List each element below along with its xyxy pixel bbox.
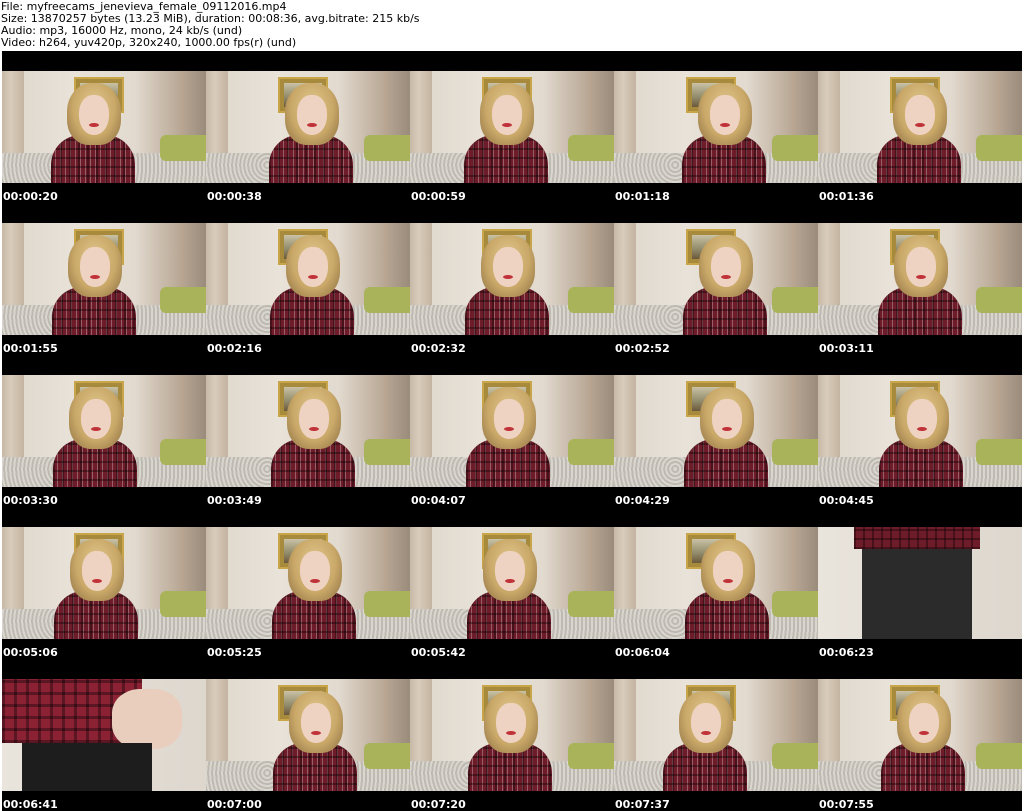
timestamp-label: 00:05:25 xyxy=(207,646,262,659)
thumbnail: 00:06:41 xyxy=(2,659,206,811)
timestamp-label: 00:07:55 xyxy=(819,798,874,811)
thumbnail: 00:07:37 xyxy=(614,659,818,811)
thumbnail: 00:07:00 xyxy=(206,659,410,811)
video-frame-image xyxy=(818,375,1022,487)
video-frame-image xyxy=(614,223,818,335)
thumbnail: 00:02:52 xyxy=(614,203,818,355)
timestamp-label: 00:07:37 xyxy=(615,798,670,811)
timestamp-label: 00:07:00 xyxy=(207,798,262,811)
thumbnail: 00:01:18 xyxy=(614,51,818,203)
video-frame-image xyxy=(206,527,410,639)
thumbnail: 00:03:49 xyxy=(206,355,410,507)
timestamp-label: 00:02:32 xyxy=(411,342,466,355)
video-frame-image xyxy=(410,71,614,183)
thumbnail: 00:00:59 xyxy=(410,51,614,203)
timestamp-label: 00:04:45 xyxy=(819,494,874,507)
timestamp-label: 00:03:49 xyxy=(207,494,262,507)
thumbnail: 00:05:42 xyxy=(410,507,614,659)
timestamp-label: 00:04:29 xyxy=(615,494,670,507)
thumbnail: 00:07:20 xyxy=(410,659,614,811)
video-frame-image xyxy=(818,527,1022,639)
thumbnail: 00:07:55 xyxy=(818,659,1022,811)
video-frame-image xyxy=(206,679,410,791)
video-frame-image xyxy=(410,223,614,335)
video-frame-image xyxy=(614,375,818,487)
timestamp-label: 00:00:38 xyxy=(207,190,262,203)
video-frame-image xyxy=(614,527,818,639)
thumbnail: 00:06:23 xyxy=(818,507,1022,659)
video-frame-image xyxy=(614,679,818,791)
thumbnail: 00:02:16 xyxy=(206,203,410,355)
timestamp-label: 00:02:52 xyxy=(615,342,670,355)
timestamp-label: 00:05:06 xyxy=(3,646,58,659)
timestamp-label: 00:04:07 xyxy=(411,494,466,507)
thumbnail: 00:02:32 xyxy=(410,203,614,355)
thumbnail: 00:03:11 xyxy=(818,203,1022,355)
thumbnail: 00:01:36 xyxy=(818,51,1022,203)
video-frame-image xyxy=(410,375,614,487)
video-frame-image xyxy=(410,527,614,639)
timestamp-label: 00:01:55 xyxy=(3,342,58,355)
timestamp-label: 00:06:41 xyxy=(3,798,58,811)
video-frame-image xyxy=(2,375,206,487)
timestamp-label: 00:06:23 xyxy=(819,646,874,659)
video-frame-image xyxy=(818,679,1022,791)
timestamp-label: 00:01:18 xyxy=(615,190,670,203)
thumbnail: 00:04:45 xyxy=(818,355,1022,507)
thumbnail: 00:06:04 xyxy=(614,507,818,659)
thumbnail: 00:04:07 xyxy=(410,355,614,507)
video-frame-image xyxy=(2,223,206,335)
video-frame-image xyxy=(818,71,1022,183)
timestamp-label: 00:06:04 xyxy=(615,646,670,659)
timestamp-label: 00:01:36 xyxy=(819,190,874,203)
video-frame-image xyxy=(2,527,206,639)
timestamp-label: 00:05:42 xyxy=(411,646,466,659)
timestamp-label: 00:02:16 xyxy=(207,342,262,355)
video-frame-image xyxy=(206,223,410,335)
video-frame-image xyxy=(410,679,614,791)
thumbnail: 00:00:38 xyxy=(206,51,410,203)
video-frame-image xyxy=(2,71,206,183)
timestamp-label: 00:03:11 xyxy=(819,342,874,355)
video-frame-image xyxy=(614,71,818,183)
timestamp-label: 00:03:30 xyxy=(3,494,58,507)
thumbnail: 00:05:06 xyxy=(2,507,206,659)
video-frame-image xyxy=(206,375,410,487)
thumbnail: 00:05:25 xyxy=(206,507,410,659)
thumbnail: 00:01:55 xyxy=(2,203,206,355)
video-frame-image xyxy=(818,223,1022,335)
info-header: File: myfreecams_jenevieva_female_091120… xyxy=(0,0,1024,51)
video-frame-image xyxy=(2,679,206,791)
thumbnail: 00:04:29 xyxy=(614,355,818,507)
timestamp-label: 00:00:59 xyxy=(411,190,466,203)
timestamp-label: 00:00:20 xyxy=(3,190,58,203)
thumbnail: 00:03:30 xyxy=(2,355,206,507)
video-frame-image xyxy=(206,71,410,183)
thumbnail-grid: 00:00:20 00:00:38 00:00:59 00:01:18 00:01:36… xyxy=(2,51,1022,811)
video-line: Video: h264, yuv420p, 320x240, 1000.00 f… xyxy=(1,36,297,49)
timestamp-label: 00:07:20 xyxy=(411,798,466,811)
thumbnail: 00:00:20 xyxy=(2,51,206,203)
